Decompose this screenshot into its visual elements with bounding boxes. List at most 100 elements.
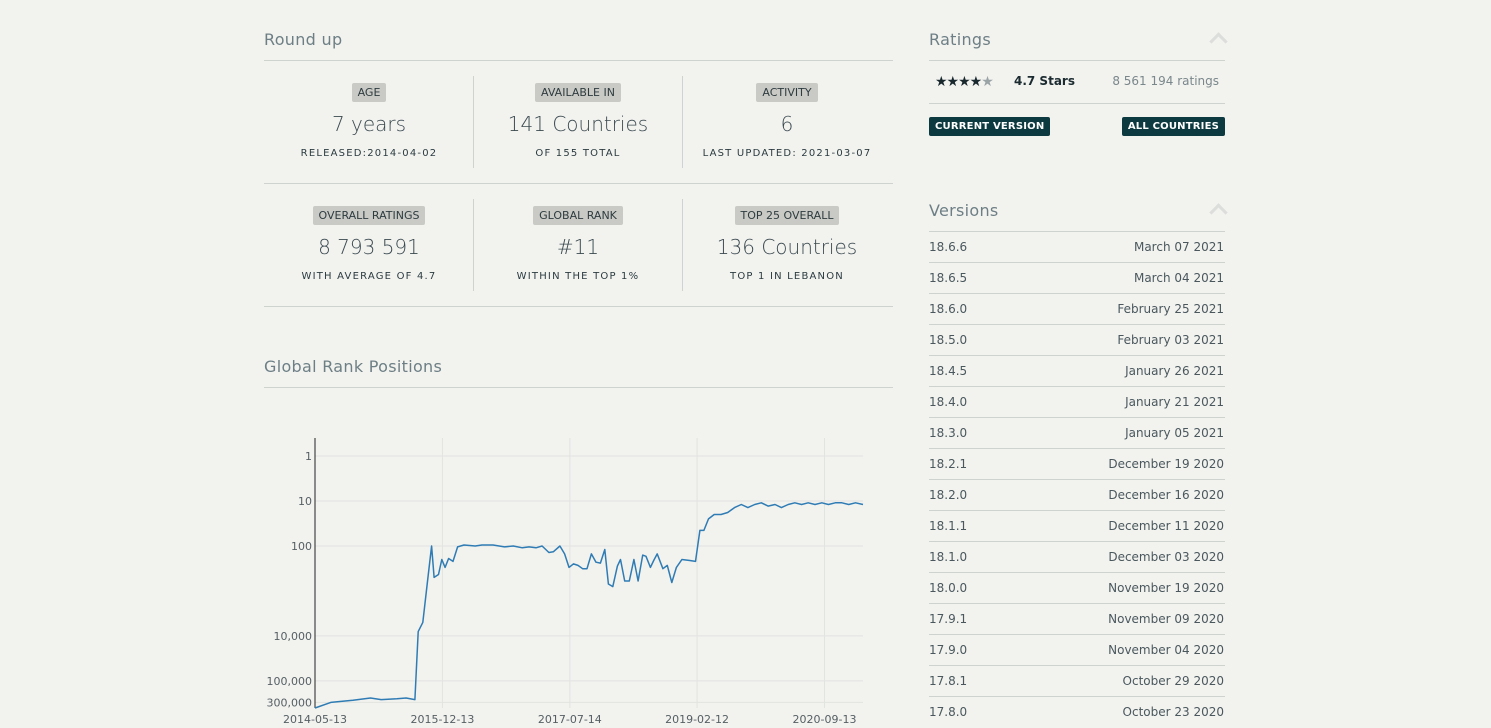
version-row: 17.8.1 October 29 2020 bbox=[929, 665, 1225, 697]
collapse-chevron-icon[interactable] bbox=[1209, 203, 1228, 222]
stat-value: 7 years bbox=[331, 112, 407, 136]
version-number: 18.2.1 bbox=[929, 457, 968, 471]
version-number: 18.1.0 bbox=[929, 550, 968, 564]
stat-value: #11 bbox=[556, 235, 600, 259]
version-number: 17.9.1 bbox=[929, 612, 968, 626]
version-date: October 29 2020 bbox=[1122, 674, 1224, 688]
collapse-chevron-icon[interactable] bbox=[1209, 32, 1228, 51]
version-date: January 21 2021 bbox=[1125, 395, 1224, 409]
x-tick-label: 2020-09-13 bbox=[793, 713, 857, 726]
y-tick-label: 1 bbox=[305, 450, 312, 463]
version-row: 18.6.6 March 07 2021 bbox=[929, 231, 1225, 263]
version-date: December 03 2020 bbox=[1108, 550, 1224, 564]
version-row: 17.9.0 November 04 2020 bbox=[929, 634, 1225, 666]
version-number: 18.6.6 bbox=[929, 240, 968, 254]
roundup-title: Round up bbox=[264, 30, 343, 49]
stat-sub: WITH AVERAGE OF 4.7 bbox=[301, 271, 437, 282]
version-number: 18.4.5 bbox=[929, 364, 968, 378]
stat-global-rank: GLOBAL RANK #11 WITHIN THE TOP 1% bbox=[474, 204, 682, 282]
stat-badge: OVERALL RATINGS bbox=[312, 206, 426, 225]
version-number: 18.4.0 bbox=[929, 395, 968, 409]
version-number: 18.2.0 bbox=[929, 488, 968, 502]
version-row: 18.2.0 December 16 2020 bbox=[929, 479, 1225, 511]
version-date: December 11 2020 bbox=[1108, 519, 1224, 533]
y-tick-label: 100 bbox=[291, 540, 312, 553]
version-date: January 05 2021 bbox=[1125, 426, 1224, 440]
version-number: 18.1.1 bbox=[929, 519, 968, 533]
version-row: 18.4.5 January 26 2021 bbox=[929, 355, 1225, 387]
version-row: 18.4.0 January 21 2021 bbox=[929, 386, 1225, 418]
ratings-count: 8 561 194 ratings bbox=[1112, 74, 1219, 88]
stat-badge: AVAILABLE IN bbox=[535, 83, 621, 102]
version-row: 18.1.1 December 11 2020 bbox=[929, 510, 1225, 542]
version-number: 17.8.0 bbox=[929, 705, 968, 719]
stat-top25: TOP 25 OVERALL 136 Countries TOP 1 IN LE… bbox=[683, 204, 891, 282]
version-row: 18.3.0 January 05 2021 bbox=[929, 417, 1225, 449]
version-number: 17.9.0 bbox=[929, 643, 968, 657]
y-tick-label: 10 bbox=[298, 495, 312, 508]
x-tick-label: 2017-07-14 bbox=[538, 713, 602, 726]
version-row: 17.8.0 October 23 2020 bbox=[929, 696, 1225, 728]
version-number: 18.3.0 bbox=[929, 426, 968, 440]
version-date: March 07 2021 bbox=[1133, 240, 1224, 254]
y-tick-label: 100,000 bbox=[267, 675, 313, 688]
current-version-button[interactable]: CURRENT VERSION bbox=[929, 117, 1051, 136]
version-row: 18.6.0 February 25 2021 bbox=[929, 293, 1225, 325]
stat-badge: ACTIVITY bbox=[756, 83, 818, 102]
stat-value: 6 bbox=[780, 112, 794, 136]
version-date: November 04 2020 bbox=[1108, 643, 1224, 657]
versions-title: Versions bbox=[929, 201, 999, 220]
version-number: 17.8.1 bbox=[929, 674, 968, 688]
divider bbox=[264, 306, 893, 307]
x-tick-label: 2015-12-13 bbox=[410, 713, 474, 726]
version-row: 18.6.5 March 04 2021 bbox=[929, 262, 1225, 294]
stat-badge: AGE bbox=[351, 83, 387, 102]
version-date: November 19 2020 bbox=[1108, 581, 1224, 595]
version-date: December 16 2020 bbox=[1108, 488, 1224, 502]
version-row: 17.9.1 November 09 2020 bbox=[929, 603, 1225, 635]
stat-available: AVAILABLE IN 141 Countries OF 155 TOTAL bbox=[474, 81, 682, 159]
global-rank-chart: 1 10 100 10,000 100,000 300,000 2014-05-13 2015… bbox=[267, 438, 864, 726]
x-tick-label: 2014-05-13 bbox=[283, 713, 347, 726]
divider bbox=[929, 60, 1225, 61]
stat-overall-ratings: OVERALL RATINGS 8 793 591 WITH AVERAGE O… bbox=[265, 204, 473, 282]
version-date: January 26 2021 bbox=[1125, 364, 1224, 378]
stat-sub: LAST UPDATED: 2021-03-07 bbox=[702, 148, 872, 159]
version-date: December 19 2020 bbox=[1108, 457, 1224, 471]
stat-badge: GLOBAL RANK bbox=[533, 206, 623, 225]
version-number: 18.6.0 bbox=[929, 302, 968, 316]
stat-value: 141 Countries bbox=[507, 112, 649, 136]
version-row: 18.2.1 December 19 2020 bbox=[929, 448, 1225, 480]
stat-sub: RELEASED:2014-04-02 bbox=[300, 148, 438, 159]
version-number: 18.6.5 bbox=[929, 271, 968, 285]
version-number: 18.5.0 bbox=[929, 333, 968, 347]
rank-series-line bbox=[314, 502, 864, 709]
y-tick-label: 10,000 bbox=[274, 630, 313, 643]
star-rating-icon: ★★★★★ bbox=[935, 74, 994, 90]
stat-activity: ACTIVITY 6 LAST UPDATED: 2021-03-07 bbox=[683, 81, 891, 159]
version-date: March 04 2021 bbox=[1133, 271, 1224, 285]
stars-label: 4.7 Stars bbox=[1014, 74, 1075, 88]
divider bbox=[264, 387, 893, 388]
stat-badge: TOP 25 OVERALL bbox=[734, 206, 840, 225]
version-date: February 03 2021 bbox=[1117, 333, 1224, 347]
stat-age: AGE 7 years RELEASED:2014-04-02 bbox=[265, 81, 473, 159]
all-countries-button[interactable]: ALL COUNTRIES bbox=[1121, 117, 1225, 136]
divider bbox=[929, 103, 1225, 104]
divider bbox=[264, 183, 893, 184]
version-row: 18.5.0 February 03 2021 bbox=[929, 324, 1225, 356]
chart-title: Global Rank Positions bbox=[264, 357, 443, 376]
version-row: 18.1.0 December 03 2020 bbox=[929, 541, 1225, 573]
ratings-title: Ratings bbox=[929, 30, 992, 49]
stat-sub: WITHIN THE TOP 1% bbox=[516, 271, 640, 282]
version-number: 18.0.0 bbox=[929, 581, 968, 595]
version-row: 18.0.0 November 19 2020 bbox=[929, 572, 1225, 604]
version-date: February 25 2021 bbox=[1117, 302, 1224, 316]
half-star-icon: ★ bbox=[981, 74, 994, 90]
x-tick-label: 2019-02-12 bbox=[665, 713, 729, 726]
y-tick-label: 300,000 bbox=[267, 696, 313, 709]
stat-value: 136 Countries bbox=[716, 235, 858, 259]
stat-sub: OF 155 TOTAL bbox=[535, 148, 621, 159]
stat-sub: TOP 1 IN LEBANON bbox=[730, 271, 844, 282]
version-date: October 23 2020 bbox=[1122, 705, 1224, 719]
